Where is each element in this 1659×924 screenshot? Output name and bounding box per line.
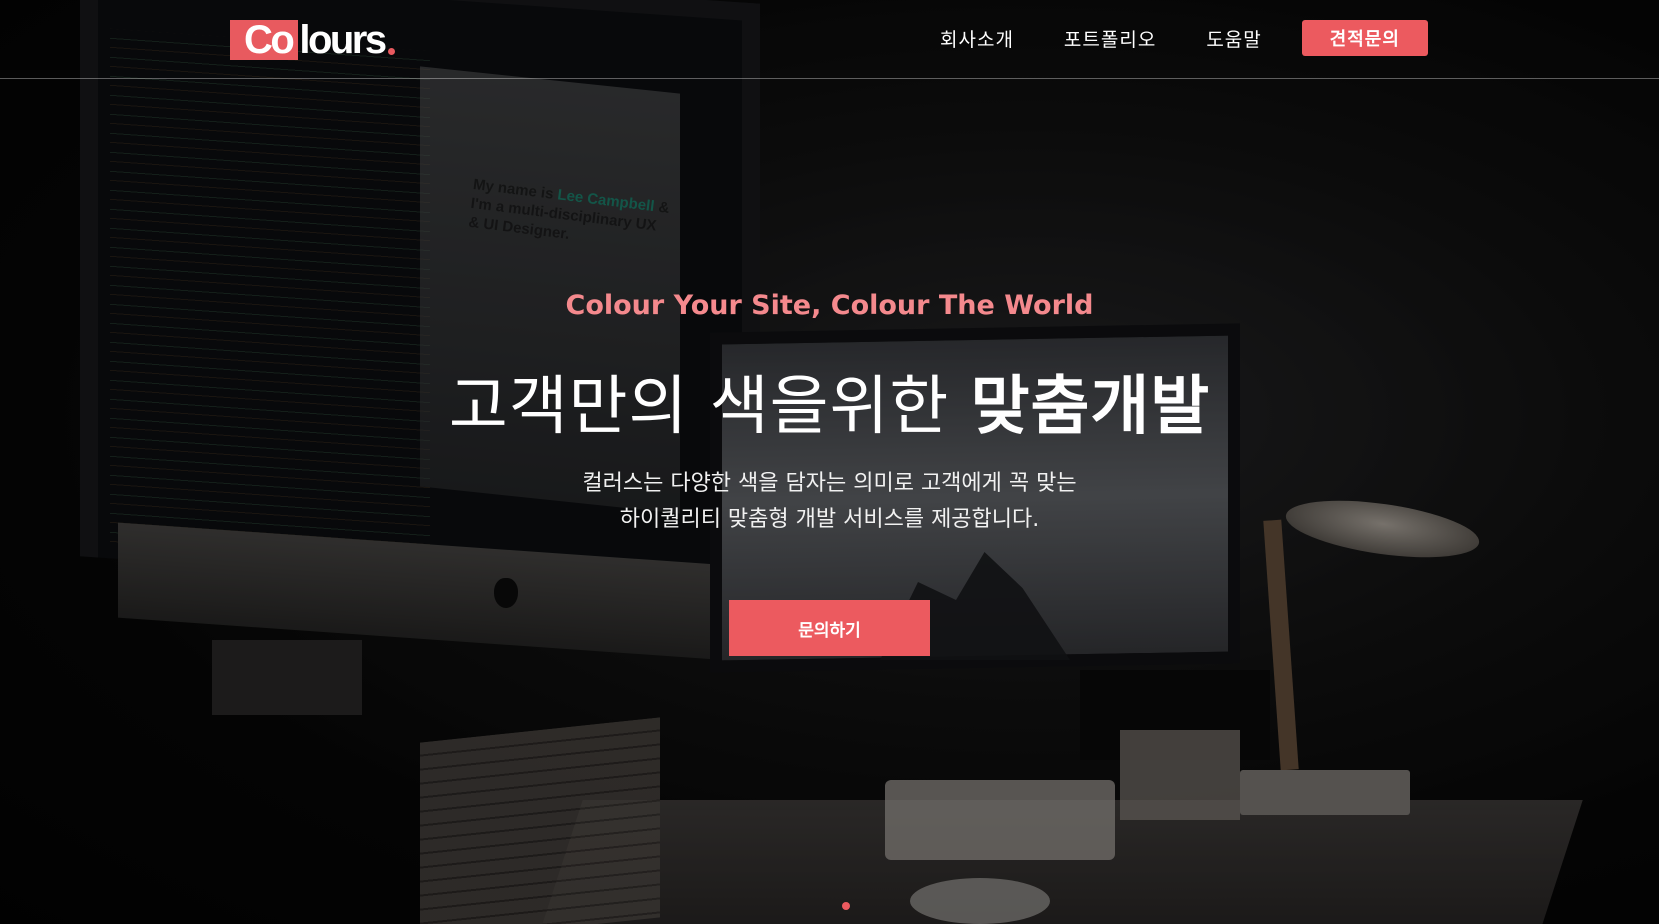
nav-item-about[interactable]: 회사소개 [940,25,1014,52]
quote-request-button[interactable]: 견적문의 [1301,20,1428,56]
hero-headline-light: 고객만의 색을위한 [448,370,950,444]
hero-headline: 고객만의 색을위한 맞춤개발 [0,355,1659,447]
logo-dot [387,48,395,55]
main-nav: 회사소개 포트폴리오 도움말 견적문의 [940,20,1428,56]
hero-description: 컬러스는 다양한 색을 담자는 의미로 고객에게 꼭 맞는 하이퀄리티 맞춤형 … [0,466,1659,538]
hero-tagline: Colour Your Site, Colour The World [565,290,1094,321]
site-header: Co lours 회사소개 포트폴리오 도움말 견적문의 [0,0,1659,79]
logo-text-main: Co [244,18,295,62]
slider-indicator-dot[interactable] [842,902,850,910]
site-logo[interactable]: Co lours [230,20,395,60]
nav-item-portfolio[interactable]: 포트폴리오 [1064,25,1156,52]
logo-highlight: Co [230,18,299,62]
hero-headline-bold: 맞춤개발 [970,370,1211,444]
contact-button[interactable]: 문의하기 [729,600,930,656]
nav-item-help[interactable]: 도움말 [1206,25,1261,52]
hero-description-line-1: 컬러스는 다양한 색을 담자는 의미로 고객에게 꼭 맞는 [582,471,1077,496]
hero-description-line-2: 하이퀄리티 맞춤형 개발 서비스를 제공합니다. [619,507,1040,532]
hero-section: Colour Your Site, Colour The World 고객만의 … [0,0,1659,924]
logo-text-rest: lours [299,18,387,62]
